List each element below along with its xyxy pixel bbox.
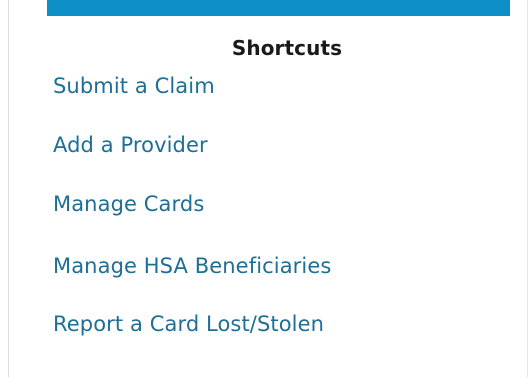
header-accent-bar <box>47 0 510 16</box>
add-provider-link[interactable]: Add a Provider <box>53 133 208 157</box>
list-item: Report a Card Lost/Stolen <box>53 312 324 336</box>
list-item: Submit a Claim <box>53 74 215 98</box>
list-item: Manage Cards <box>53 192 204 216</box>
submit-claim-link[interactable]: Submit a Claim <box>53 74 215 98</box>
manage-cards-link[interactable]: Manage Cards <box>53 192 204 216</box>
list-item: Manage HSA Beneficiaries <box>53 254 331 278</box>
panel-left-border <box>8 0 9 377</box>
list-item: Add a Provider <box>53 133 208 157</box>
manage-hsa-beneficiaries-link[interactable]: Manage HSA Beneficiaries <box>53 254 331 278</box>
shortcuts-title: Shortcuts <box>231 36 343 60</box>
shortcuts-panel: Shortcuts Submit a Claim Add a Provider … <box>0 0 529 377</box>
panel-right-border <box>527 0 528 377</box>
report-card-lost-stolen-link[interactable]: Report a Card Lost/Stolen <box>53 312 324 336</box>
